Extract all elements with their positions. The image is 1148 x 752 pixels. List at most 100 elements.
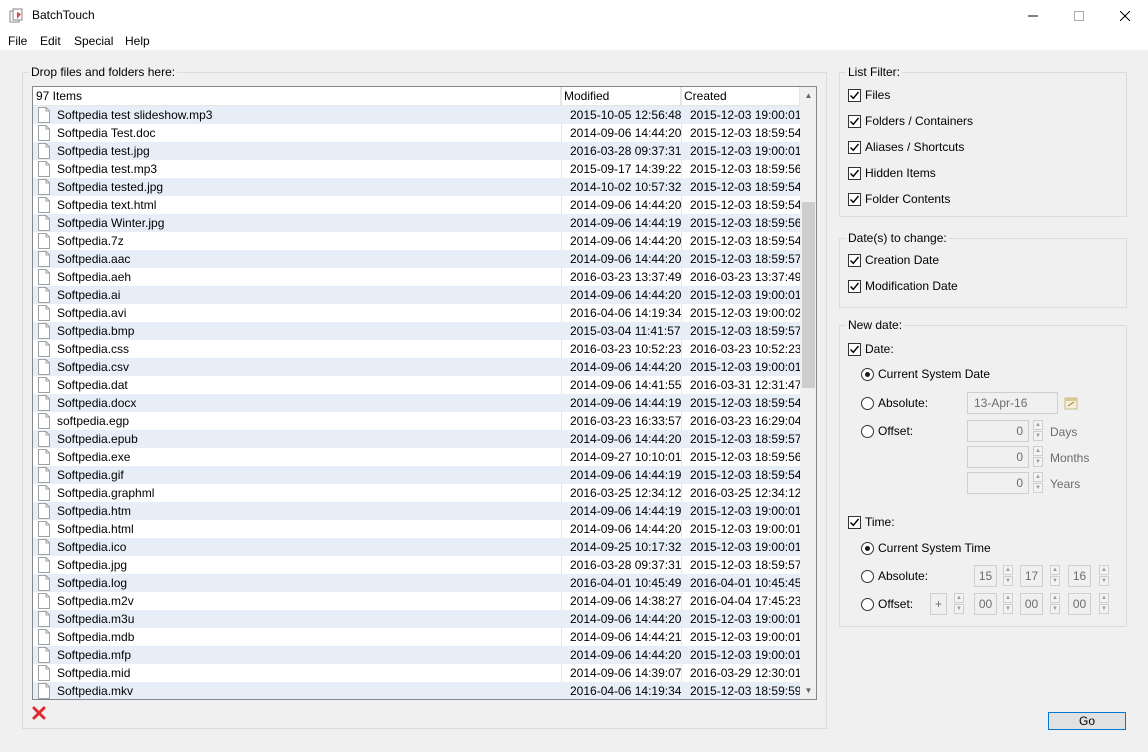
list-filter-checkbox-2[interactable]: Aliases / Shortcuts (848, 140, 964, 154)
checkbox-box[interactable] (848, 192, 861, 206)
absolute-seconds-stepper[interactable]: ▲ ▼ (1099, 565, 1109, 587)
table-row[interactable]: softpedia.egp 2016-03-23 16:33:57 2016-03-… (33, 412, 801, 430)
table-row[interactable]: Softpedia test.jpg 2016-03-28 09:37:31 201… (33, 142, 801, 160)
offset-sign-stepper[interactable]: ▲ ▼ (954, 593, 964, 615)
vertical-scrollbar[interactable]: ▲ ▼ (800, 87, 816, 699)
close-button[interactable] (1102, 0, 1148, 31)
column-header-modified[interactable]: Modified (561, 87, 681, 106)
radio-current-system-date[interactable]: Current System Date (861, 367, 990, 381)
column-header-created[interactable]: Created (681, 87, 800, 106)
radio-button[interactable] (861, 597, 874, 611)
table-row[interactable]: Softpedia.jpg 2016-03-28 09:37:31 2015-12-… (33, 556, 801, 574)
spin-down-icon[interactable]: ▼ (1050, 576, 1060, 586)
spin-up-icon[interactable]: ▲ (1033, 446, 1043, 456)
radio-offset-date[interactable]: Offset: (861, 424, 913, 438)
offset-seconds-field[interactable]: 00 (1068, 593, 1091, 615)
list-filter-checkbox-0[interactable]: Files (848, 88, 890, 102)
table-row[interactable]: Softpedia.dat 2014-09-06 14:41:55 2016-03-… (33, 376, 801, 394)
radio-button[interactable] (861, 541, 874, 555)
table-row[interactable]: Softpedia tested.jpg 2014-10-02 10:57:32 2… (33, 178, 801, 196)
table-row[interactable]: Softpedia.bmp 2015-03-04 11:41:57 2015-12-… (33, 322, 801, 340)
spin-up-icon[interactable]: ▲ (1099, 565, 1109, 575)
table-row[interactable]: Softpedia.avi 2016-04-06 14:19:34 2015-12-… (33, 304, 801, 322)
absolute-date-field[interactable]: 13-Apr-16 (967, 392, 1058, 414)
absolute-minutes-stepper[interactable]: ▲ ▼ (1050, 565, 1060, 587)
spin-up-icon[interactable]: ▲ (1003, 565, 1013, 575)
spin-down-icon[interactable]: ▼ (1033, 457, 1043, 467)
list-filter-checkbox-3[interactable]: Hidden Items (848, 166, 936, 180)
table-row[interactable]: Softpedia.exe 2014-09-27 10:10:01 2015-12-… (33, 448, 801, 466)
radio-absolute-date[interactable]: Absolute: (861, 396, 928, 410)
checkbox-box[interactable] (848, 515, 861, 529)
table-row[interactable]: Softpedia.m2v 2014-09-06 14:38:27 2016-04-… (33, 592, 801, 610)
offset-days-stepper[interactable]: ▲ ▼ (1033, 420, 1043, 442)
radio-button[interactable] (861, 569, 874, 583)
table-row[interactable]: Softpedia test slideshow.mp3 2015-10-05 1… (33, 106, 801, 124)
table-row[interactable]: Softpedia.7z 2014-09-06 14:44:20 2015-12-0… (33, 232, 801, 250)
spin-up-icon[interactable]: ▲ (1099, 593, 1109, 603)
scrollbar-thumb[interactable] (802, 202, 815, 388)
spin-down-icon[interactable]: ▼ (1099, 604, 1109, 614)
spin-down-icon[interactable]: ▼ (1033, 483, 1043, 493)
table-row[interactable]: Softpedia.mfp 2014-09-06 14:44:20 2015-12-… (33, 646, 801, 664)
scroll-up-icon[interactable]: ▲ (800, 87, 816, 104)
absolute-minutes-field[interactable]: 17 (1020, 565, 1043, 587)
menu-file[interactable]: File (8, 34, 27, 48)
menu-special[interactable]: Special (74, 34, 113, 48)
offset-sign-field[interactable]: + (930, 593, 947, 615)
table-row[interactable]: Softpedia.mid 2014-09-06 14:39:07 2016-03-… (33, 664, 801, 682)
time-checkbox[interactable]: Time: (848, 515, 895, 529)
table-row[interactable]: Softpedia.m3u 2014-09-06 14:44:20 2015-12-… (33, 610, 801, 628)
date-change-checkbox-1[interactable]: Modification Date (848, 279, 958, 293)
table-row[interactable]: Softpedia Winter.jpg 2014-09-06 14:44:19 2… (33, 214, 801, 232)
offset-hours-stepper[interactable]: ▲ ▼ (1003, 593, 1013, 615)
go-button[interactable]: Go (1048, 712, 1126, 730)
offset-minutes-stepper[interactable]: ▲ ▼ (1050, 593, 1060, 615)
menu-help[interactable]: Help (125, 34, 150, 48)
radio-button[interactable] (861, 424, 874, 438)
spin-up-icon[interactable]: ▲ (1050, 593, 1060, 603)
delete-icon[interactable] (32, 706, 46, 720)
menu-edit[interactable]: Edit (40, 34, 61, 48)
offset-minutes-field[interactable]: 00 (1020, 593, 1043, 615)
table-row[interactable]: Softpedia.aac 2014-09-06 14:44:20 2015-12-… (33, 250, 801, 268)
checkbox-box[interactable] (848, 253, 861, 267)
calendar-icon[interactable] (1064, 396, 1078, 410)
offset-years-field[interactable]: 0 (967, 472, 1029, 494)
radio-offset-time[interactable]: Offset: (861, 597, 913, 611)
table-row[interactable]: Softpedia.docx 2014-09-06 14:44:19 2015-12… (33, 394, 801, 412)
table-row[interactable]: Softpedia.mdb 2014-09-06 14:44:21 2015-12-… (33, 628, 801, 646)
scroll-down-icon[interactable]: ▼ (800, 682, 816, 699)
offset-months-field[interactable]: 0 (967, 446, 1029, 468)
offset-hours-field[interactable]: 00 (974, 593, 997, 615)
table-row[interactable]: Softpedia Test.doc 2014-09-06 14:44:20 201… (33, 124, 801, 142)
spin-up-icon[interactable]: ▲ (1033, 420, 1043, 430)
table-row[interactable]: Softpedia.html 2014-09-06 14:44:20 2015-12… (33, 520, 801, 538)
list-filter-checkbox-1[interactable]: Folders / Containers (848, 114, 973, 128)
spin-down-icon[interactable]: ▼ (954, 604, 964, 614)
radio-button[interactable] (861, 367, 874, 381)
checkbox-box[interactable] (848, 342, 861, 356)
absolute-hours-stepper[interactable]: ▲ ▼ (1003, 565, 1013, 587)
spin-up-icon[interactable]: ▲ (954, 593, 964, 603)
table-row[interactable]: Softpedia text.html 2014-09-06 14:44:20 20… (33, 196, 801, 214)
spin-up-icon[interactable]: ▲ (1050, 565, 1060, 575)
table-row[interactable]: Softpedia.mkv 2016-04-06 14:19:34 2015-12-… (33, 682, 801, 699)
list-filter-checkbox-4[interactable]: Folder Contents (848, 192, 950, 206)
checkbox-box[interactable] (848, 114, 861, 128)
spin-down-icon[interactable]: ▼ (1033, 431, 1043, 441)
radio-absolute-time[interactable]: Absolute: (861, 569, 928, 583)
table-row[interactable]: Softpedia.htm 2014-09-06 14:44:19 2015-12-… (33, 502, 801, 520)
absolute-hours-field[interactable]: 15 (974, 565, 997, 587)
offset-years-stepper[interactable]: ▲ ▼ (1033, 472, 1043, 494)
minimize-button[interactable] (1010, 0, 1056, 31)
table-row[interactable]: Softpedia.css 2016-03-23 10:52:23 2016-03-… (33, 340, 801, 358)
spin-up-icon[interactable]: ▲ (1033, 472, 1043, 482)
checkbox-box[interactable] (848, 140, 861, 154)
absolute-seconds-field[interactable]: 16 (1068, 565, 1091, 587)
table-row[interactable]: Softpedia.epub 2014-09-06 14:44:20 2015-12… (33, 430, 801, 448)
table-row[interactable]: Softpedia.ico 2014-09-25 10:17:32 2015-12-… (33, 538, 801, 556)
table-row[interactable]: Softpedia.graphml 2016-03-25 12:34:12 2016… (33, 484, 801, 502)
date-change-checkbox-0[interactable]: Creation Date (848, 253, 939, 267)
offset-seconds-stepper[interactable]: ▲ ▼ (1099, 593, 1109, 615)
